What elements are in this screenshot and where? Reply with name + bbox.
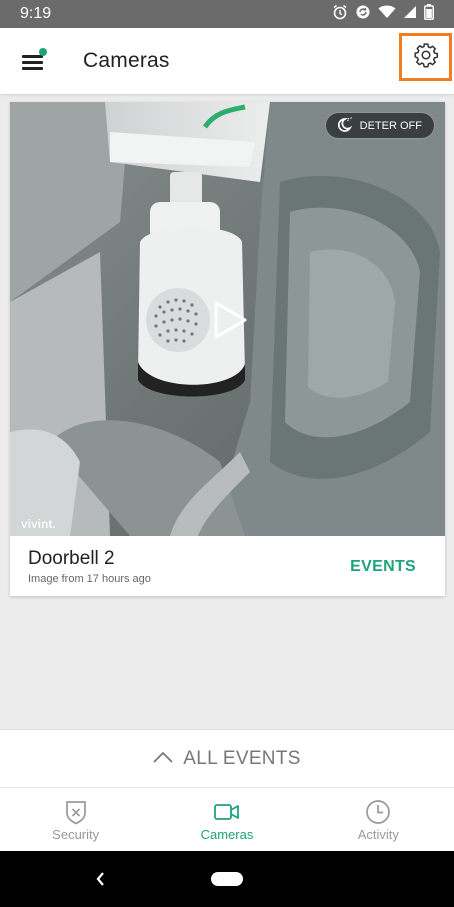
video-camera-icon [213,798,241,826]
chevron-up-icon [153,750,173,768]
all-events-button[interactable]: ALL EVENTS [0,729,454,787]
back-button[interactable] [88,867,112,891]
camera-timestamp: Image from 17 hours ago [28,573,151,585]
nav-label-security: Security [52,827,100,842]
nav-label-cameras: Cameras [200,827,254,842]
play-icon [212,301,248,344]
chevron-left-icon [88,872,112,895]
deter-toggle[interactable]: zz DETER OFF [324,112,435,139]
play-button[interactable] [212,300,248,340]
notification-dot [39,48,47,56]
camera-name: Doorbell 2 [28,548,115,569]
signal-icon [403,5,417,24]
sync-icon [355,4,371,25]
menu-button[interactable] [20,48,50,74]
deter-label: DETER OFF [359,119,422,132]
all-events-label: ALL EVENTS [183,747,301,769]
alarm-icon [332,4,348,25]
wifi-icon [378,4,396,24]
camera-snapshot[interactable]: zz DETER OFF vivint. [10,102,445,536]
sleep-moon-icon: zz [336,115,354,135]
gear-icon [413,42,439,73]
shield-icon [62,798,90,826]
home-button[interactable] [211,872,243,886]
vivint-watermark: vivint. [21,517,56,531]
svg-text:z: z [350,116,352,120]
nav-activity[interactable]: Activity [303,788,454,851]
status-bar: 9:19 [0,0,454,28]
status-icons [332,3,434,25]
camera-card[interactable]: zz DETER OFF vivint. Doorbell 2 Image fr… [10,102,445,596]
events-button[interactable]: EVENTS [350,558,416,576]
bottom-nav: Security Cameras Activity [0,787,454,851]
clock-icon [364,798,392,826]
nav-label-activity: Activity [357,827,399,842]
app-bar: Cameras [0,28,454,94]
settings-button[interactable] [399,33,452,81]
page-title: Cameras [83,49,170,72]
battery-icon [424,3,434,25]
nav-security[interactable]: Security [0,788,151,851]
nav-cameras[interactable]: Cameras [151,788,302,851]
status-time: 9:19 [20,5,52,22]
